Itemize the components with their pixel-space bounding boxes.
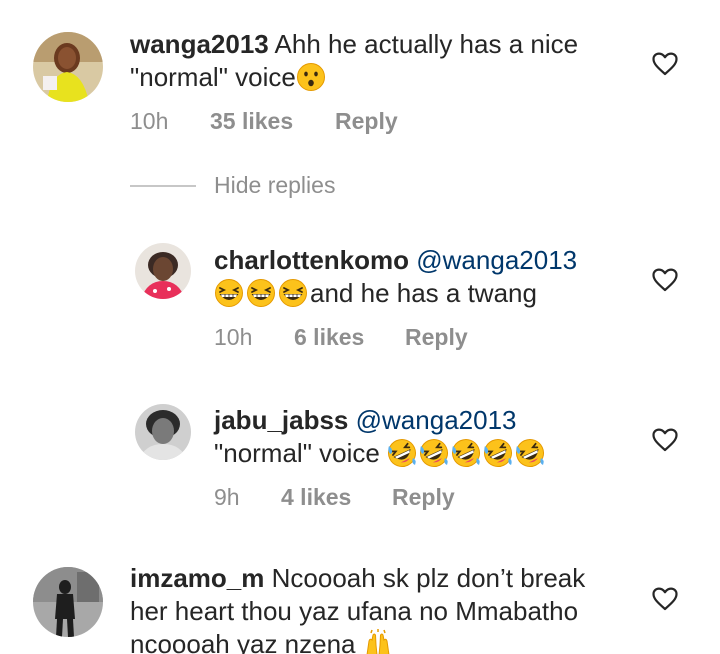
heart-icon[interactable] [652,52,678,76]
timestamp: 10h [130,108,169,134]
likes-count[interactable]: 4 likes [281,484,392,511]
reply-body: "normal" voice [214,438,380,468]
avatar[interactable] [33,567,103,637]
rolling-on-floor-laughing-emoji-icon [515,438,545,468]
likes-count[interactable]: 6 likes [294,324,405,351]
rolling-on-floor-laughing-emoji-icon [483,438,513,468]
username[interactable]: jabu_jabss [214,405,348,435]
reply-text: charlottenkomo @wanga2013 and he has a t… [214,244,644,310]
comments-thread: wanga2013 Ahh he actually has a nice "no… [0,0,720,654]
avatar[interactable] [33,32,103,102]
heart-icon[interactable] [652,268,678,292]
divider-line [130,184,196,187]
reply-body: and he has a twang [310,278,537,308]
hide-replies-toggle[interactable]: Hide replies [130,172,335,199]
mention-link[interactable]: @wanga2013 [356,405,517,435]
reply-button[interactable]: Reply [405,324,468,351]
username[interactable]: charlottenkomo [214,245,409,275]
grinning-squinting-face-emoji-icon [246,278,276,308]
comment-text: imzamo_m Ncoooah sk plz don’t break her … [130,562,630,654]
comment-text: wanga2013 Ahh he actually has a nice "no… [130,28,630,94]
heart-icon[interactable] [652,587,678,611]
username[interactable]: imzamo_m [130,563,264,593]
avatar[interactable] [135,404,191,460]
hide-replies-label: Hide replies [214,172,336,198]
hushed-face-emoji-icon [296,62,326,92]
rolling-on-floor-laughing-emoji-icon [387,438,417,468]
rolling-on-floor-laughing-emoji-icon [451,438,481,468]
raising-hands-emoji-icon [363,629,393,654]
likes-count[interactable]: 35 likes [210,108,335,135]
reply-meta: 10h 6 likes Reply [214,324,468,351]
rolling-on-floor-laughing-emoji-icon [419,438,449,468]
avatar[interactable] [135,243,191,299]
timestamp: 10h [214,324,253,350]
username[interactable]: wanga2013 [130,29,269,59]
mention-link[interactable]: @wanga2013 [416,245,577,275]
reply-button[interactable]: Reply [392,484,455,511]
timestamp: 9h [214,484,240,510]
heart-icon[interactable] [652,428,678,452]
grinning-squinting-face-emoji-icon [278,278,308,308]
comment-meta: 10h 35 likes Reply [130,108,398,135]
reply-button[interactable]: Reply [335,108,398,135]
grinning-squinting-face-emoji-icon [214,278,244,308]
reply-meta: 9h 4 likes Reply [214,484,455,511]
reply-text: jabu_jabss @wanga2013 "normal" voice [214,404,644,470]
